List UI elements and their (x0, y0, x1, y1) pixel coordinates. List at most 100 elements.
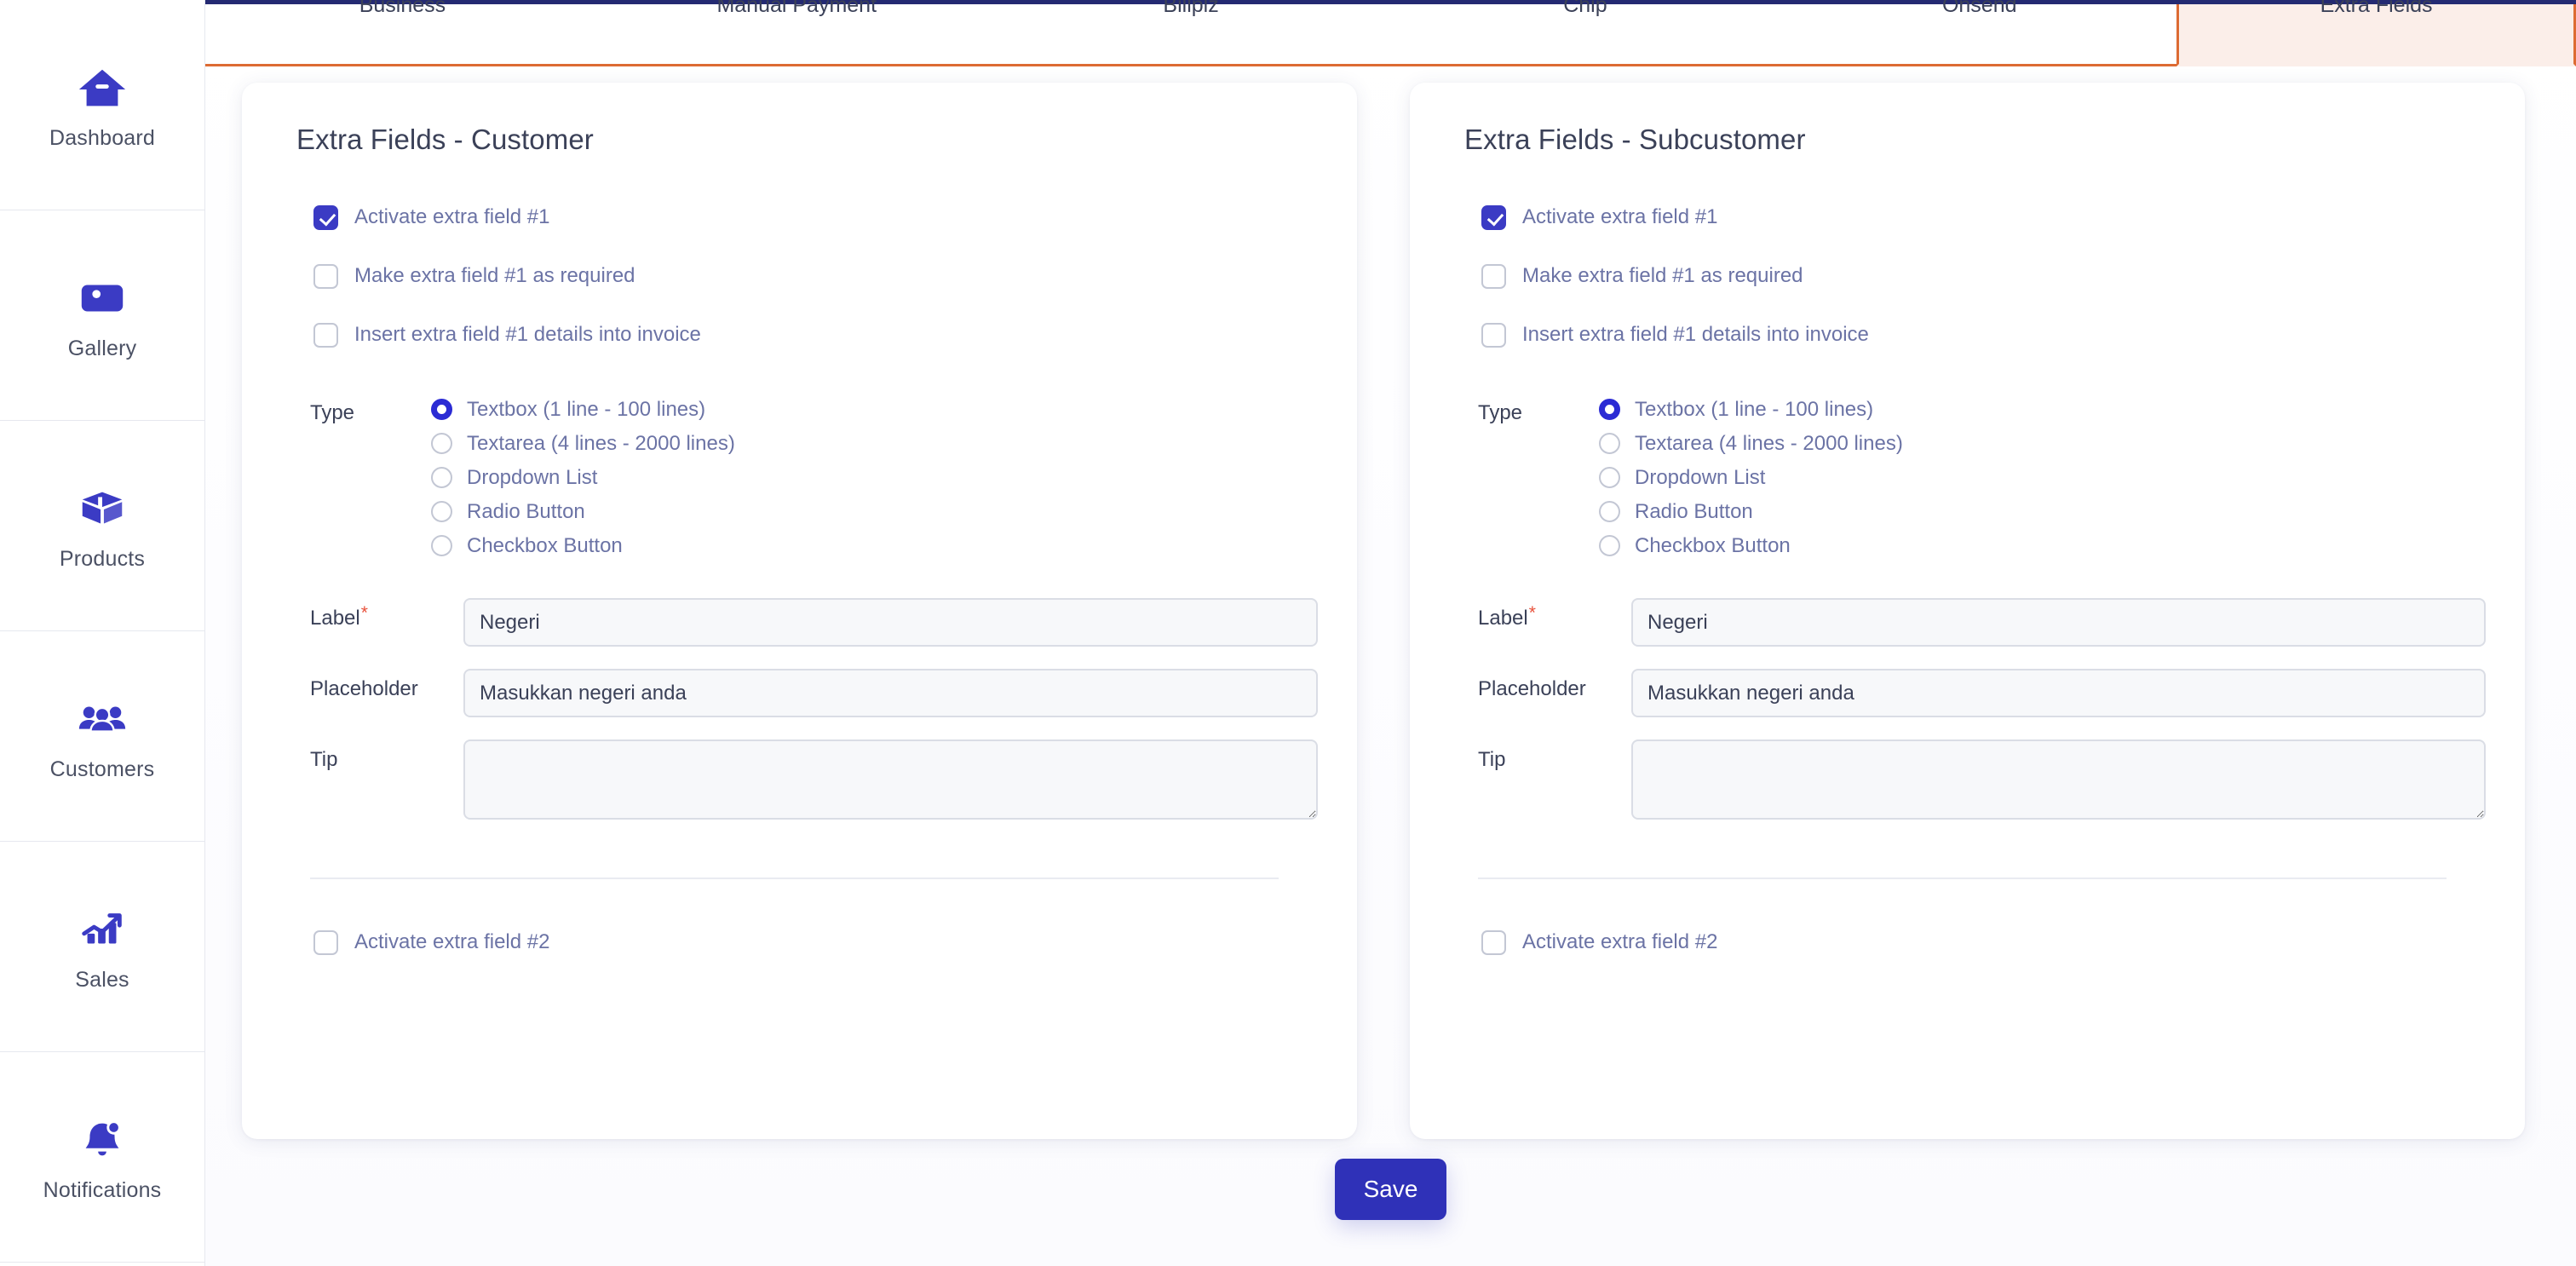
save-button[interactable]: Save (1334, 1159, 1447, 1220)
radio-icon[interactable] (1599, 501, 1620, 522)
radio-textbox[interactable]: Textbox (1 line - 100 lines) (431, 398, 735, 421)
sidebar-item-label: Gallery (67, 336, 137, 360)
checkbox-label: Insert extra field #1 details into invoi… (354, 323, 701, 346)
checkbox-checked-icon[interactable] (313, 204, 338, 230)
checkbox-label: Activate extra field #1 (1522, 205, 1718, 228)
checkbox-required-field-1[interactable]: Make extra field #1 as required (313, 262, 1318, 291)
checkbox-label: Insert extra field #1 details into invoi… (1522, 323, 1869, 346)
radio-label: Dropdown List (467, 465, 598, 489)
sidebar-item-customers[interactable]: Customers (0, 631, 204, 842)
radio-label: Checkbox Button (1635, 533, 1791, 557)
checkbox-activate-field-1[interactable]: Activate extra field #1 (1481, 203, 2486, 232)
card-title: Extra Fields - Customer (296, 124, 594, 155)
checkbox-group-second: Activate extra field #2 (1446, 928, 2486, 957)
checkbox-group-second: Activate extra field #2 (278, 928, 1318, 957)
checkbox-unchecked-icon[interactable] (313, 322, 338, 348)
checkbox-activate-field-1[interactable]: Activate extra field #1 (313, 203, 1318, 232)
radio-radio-button[interactable]: Radio Button (431, 500, 735, 523)
radio-dropdown-list[interactable]: Dropdown List (431, 466, 735, 489)
form-row-label: Label* (1478, 598, 2486, 647)
label-field-label: Label* (310, 598, 463, 630)
label-field-label: Label* (1478, 598, 1631, 630)
radio-dropdown-list[interactable]: Dropdown List (1599, 466, 1903, 489)
radio-textarea[interactable]: Textarea (4 lines - 2000 lines) (431, 432, 735, 455)
app-root: Dashboard Gallery Products Customers Sal… (0, 0, 2576, 1266)
radio-selected-icon[interactable] (431, 399, 452, 420)
checkbox-unchecked-icon[interactable] (1481, 263, 1506, 289)
sidebar-item-sales[interactable]: Sales (0, 842, 204, 1052)
radio-checkbox-button[interactable]: Checkbox Button (431, 534, 735, 557)
chart-growth-icon (76, 903, 129, 956)
form-row-tip: Tip (310, 739, 1318, 820)
tip-textarea[interactable] (463, 739, 1318, 820)
sidebar-item-label: Sales (75, 967, 129, 992)
checkbox-unchecked-icon[interactable] (313, 929, 338, 955)
tab-manual-payment[interactable]: Manual Payment (600, 0, 994, 64)
sidebar-item-label: Notifications (43, 1177, 162, 1202)
placeholder-input[interactable] (463, 669, 1318, 717)
sidebar-item-dashboard[interactable]: Dashboard (0, 0, 204, 210)
checkbox-activate-field-2[interactable]: Activate extra field #2 (1481, 928, 2486, 957)
type-selector: Type Textbox (1 line - 100 lines) Textar… (1446, 398, 2486, 557)
cards-row: Extra Fields - Customer Activate extra f… (205, 69, 2576, 1139)
radio-icon[interactable] (1599, 535, 1620, 556)
tab-chip[interactable]: Chip (1388, 0, 1782, 64)
radio-label: Radio Button (467, 499, 585, 523)
tab-label: Chip (1563, 0, 1607, 17)
radio-textbox[interactable]: Textbox (1 line - 100 lines) (1599, 398, 1903, 421)
required-asterisk: * (360, 603, 368, 623)
radio-icon[interactable] (431, 467, 452, 488)
radio-selected-icon[interactable] (1599, 399, 1620, 420)
radio-icon[interactable] (1599, 433, 1620, 454)
radio-label: Radio Button (1635, 499, 1753, 523)
card-title: Extra Fields - Subcustomer (1464, 124, 1806, 155)
checkbox-label: Activate extra field #1 (354, 205, 550, 228)
sidebar-item-label: Products (59, 546, 146, 571)
checkbox-insert-invoice-field-1[interactable]: Insert extra field #1 details into invoi… (313, 320, 1318, 349)
radio-icon[interactable] (1599, 467, 1620, 488)
bell-icon (76, 1114, 129, 1166)
extra-fields-subcustomer-card: Extra Fields - Subcustomer Activate extr… (1410, 83, 2525, 1139)
radio-radio-button[interactable]: Radio Button (1599, 500, 1903, 523)
sidebar-item-products[interactable]: Products (0, 421, 204, 631)
label-text: Label (1478, 607, 1528, 630)
sidebar-item-gallery[interactable]: Gallery (0, 210, 204, 421)
extra-fields-customer-card: Extra Fields - Customer Activate extra f… (242, 83, 1357, 1139)
radio-checkbox-button[interactable]: Checkbox Button (1599, 534, 1903, 557)
checkbox-unchecked-icon[interactable] (313, 263, 338, 289)
main-content: Business Manual Payment Billplz Chip Ons… (205, 0, 2576, 1266)
checkbox-checked-icon[interactable] (1481, 204, 1506, 230)
field-form: Label* Placeholder Tip (278, 598, 1318, 820)
tab-extra-fields[interactable]: Extra Fields (2176, 0, 2576, 66)
radio-label: Checkbox Button (467, 533, 623, 557)
tip-textarea[interactable] (1631, 739, 2486, 820)
tip-field-label: Tip (1478, 748, 1506, 771)
checkbox-label: Activate extra field #2 (354, 930, 550, 953)
checkbox-activate-field-2[interactable]: Activate extra field #2 (313, 928, 1318, 957)
radio-icon[interactable] (431, 501, 452, 522)
type-label: Type (1478, 401, 1523, 424)
form-row-placeholder: Placeholder (1478, 669, 2486, 717)
sidebar-item-notifications[interactable]: Notifications (0, 1052, 204, 1263)
type-selector: Type Textbox (1 line - 100 lines) Textar… (278, 398, 1318, 557)
tab-label: Manual Payment (716, 0, 877, 17)
tab-label: Onsend (1941, 0, 2017, 17)
radio-icon[interactable] (431, 433, 452, 454)
tab-onsend[interactable]: Onsend (1782, 0, 2176, 64)
radio-label: Dropdown List (1635, 465, 1766, 489)
tip-field-label: Tip (310, 748, 338, 771)
label-input[interactable] (1631, 598, 2486, 647)
checkbox-unchecked-icon[interactable] (1481, 929, 1506, 955)
checkbox-insert-invoice-field-1[interactable]: Insert extra field #1 details into invoi… (1481, 320, 2486, 349)
section-divider (310, 878, 1279, 879)
radio-icon[interactable] (431, 535, 452, 556)
type-label: Type (310, 401, 355, 424)
tab-label: Billplz (1163, 0, 1219, 17)
tab-billplz[interactable]: Billplz (994, 0, 1389, 64)
radio-textarea[interactable]: Textarea (4 lines - 2000 lines) (1599, 432, 1903, 455)
placeholder-input[interactable] (1631, 669, 2486, 717)
tab-business[interactable]: Business (205, 0, 600, 64)
checkbox-unchecked-icon[interactable] (1481, 322, 1506, 348)
label-input[interactable] (463, 598, 1318, 647)
checkbox-required-field-1[interactable]: Make extra field #1 as required (1481, 262, 2486, 291)
